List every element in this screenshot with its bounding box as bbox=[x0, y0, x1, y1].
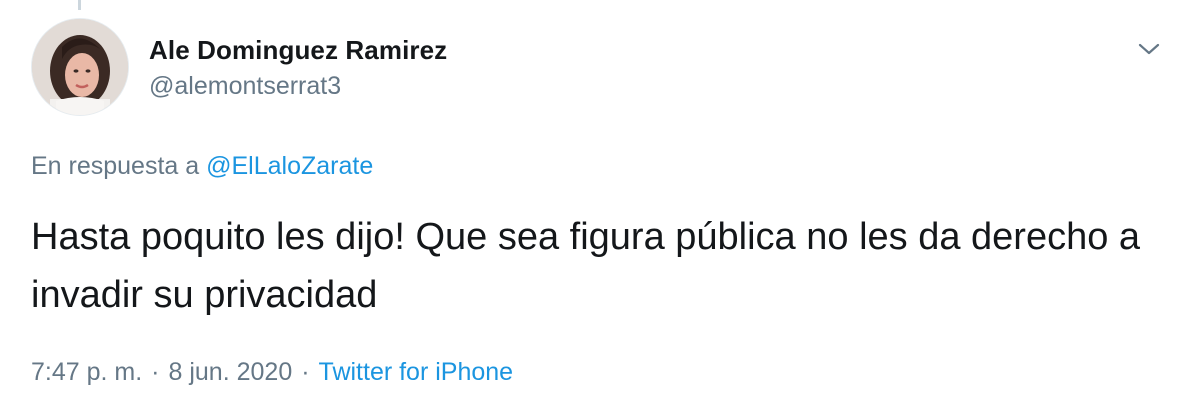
reply-mention-link[interactable]: @ElLaloZarate bbox=[206, 152, 373, 180]
tweet-meta: 7:47 p. m. · 8 jun. 2020 · Twitter for iPhon… bbox=[31, 356, 513, 388]
chevron-down-icon[interactable] bbox=[1134, 34, 1164, 64]
meta-separator: · bbox=[151, 358, 160, 386]
user-handle[interactable]: @alemontserrat3 bbox=[149, 70, 447, 102]
tweet-text: Hasta poquito les dijo! Que sea figura p… bbox=[31, 216, 1141, 316]
user-info: Ale Dominguez Ramirez @alemontserrat3 bbox=[149, 34, 447, 102]
tweet-source-link[interactable]: Twitter for iPhone bbox=[319, 358, 514, 386]
avatar-image bbox=[32, 19, 128, 115]
tweet-date[interactable]: 8 jun. 2020 bbox=[169, 358, 293, 386]
meta-separator: · bbox=[301, 358, 310, 386]
tweet-header: Ale Dominguez Ramirez @alemontserrat3 bbox=[31, 18, 1164, 116]
thread-connector-line bbox=[78, 0, 81, 10]
reply-context: En respuesta a @ElLaloZarate bbox=[31, 150, 373, 182]
display-name[interactable]: Ale Dominguez Ramirez bbox=[149, 34, 447, 66]
avatar[interactable] bbox=[31, 18, 129, 116]
tweet-time[interactable]: 7:47 p. m. bbox=[31, 358, 142, 386]
reply-prefix: En respuesta a bbox=[31, 152, 200, 180]
